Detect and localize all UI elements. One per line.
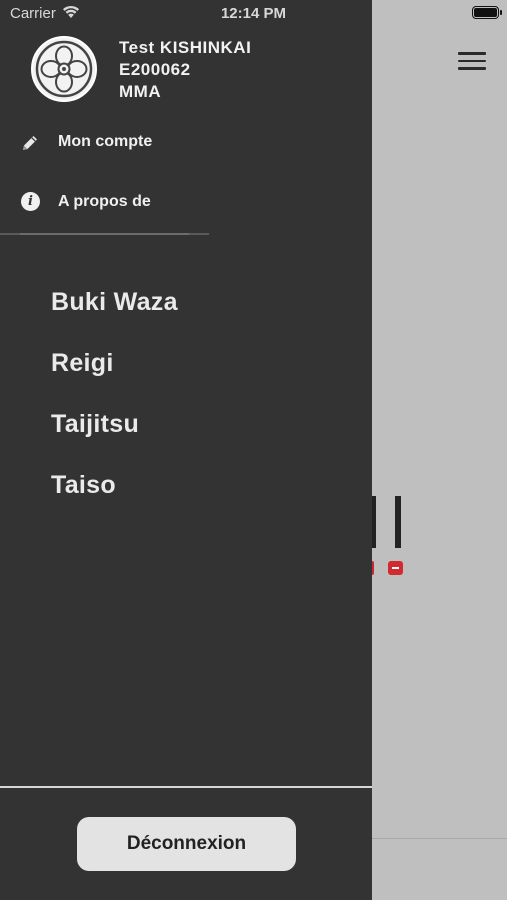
pencil-icon: [23, 136, 37, 150]
background-graphic: [388, 561, 403, 575]
menu-item-label: A propos de: [58, 193, 151, 210]
menu-item-account[interactable]: Mon compte: [0, 120, 372, 164]
background-graphic: [395, 496, 401, 548]
side-drawer: Test KISHINKAI E200062 MMA Mon compte i …: [0, 0, 372, 900]
category-taiso[interactable]: Taiso: [51, 471, 116, 500]
battery-icon: [472, 6, 502, 19]
menu-item-label: Mon compte: [58, 133, 153, 150]
status-bar: Carrier 12:14 PM: [0, 0, 507, 28]
footer-divider: [0, 786, 372, 788]
category-buki-waza[interactable]: Buki Waza: [51, 288, 178, 317]
user-name: Test KISHINKAI: [119, 38, 252, 57]
menu-divider: [0, 233, 209, 235]
category-taijitsu[interactable]: Taijitsu: [51, 410, 139, 439]
kamon-crest-icon: [31, 36, 97, 102]
menu-item-about[interactable]: i A propos de: [0, 180, 372, 224]
status-time: 12:14 PM: [220, 5, 287, 22]
category-reigi[interactable]: Reigi: [51, 349, 114, 378]
background-divider: [372, 838, 507, 839]
hamburger-menu-icon[interactable]: [458, 49, 486, 71]
user-id: E200062: [119, 60, 191, 79]
user-club: MMA: [119, 82, 162, 101]
info-icon: i: [21, 192, 40, 211]
logout-button[interactable]: Déconnexion: [77, 817, 296, 871]
